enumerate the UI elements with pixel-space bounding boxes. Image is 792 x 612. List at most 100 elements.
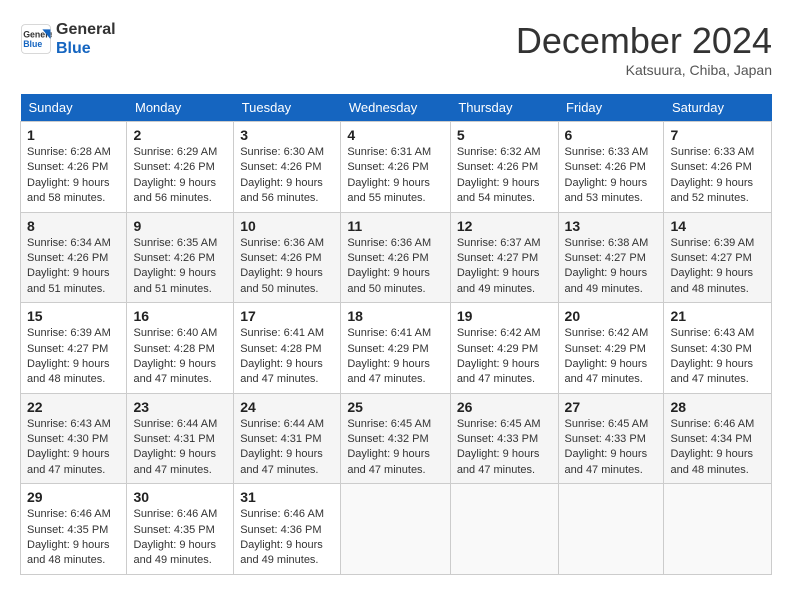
day-number: 20: [565, 308, 658, 324]
dow-header-tuesday: Tuesday: [234, 94, 341, 122]
calendar-cell: 20 Sunrise: 6:42 AM Sunset: 4:29 PM Dayl…: [558, 303, 664, 394]
day-info: Sunrise: 6:33 AM Sunset: 4:26 PM Dayligh…: [565, 145, 658, 207]
calendar-cell: 28 Sunrise: 6:46 AM Sunset: 4:34 PM Dayl…: [664, 393, 772, 484]
day-number: 18: [347, 308, 443, 324]
day-info: Sunrise: 6:38 AM Sunset: 4:27 PM Dayligh…: [565, 236, 658, 298]
calendar-cell: 14 Sunrise: 6:39 AM Sunset: 4:27 PM Dayl…: [664, 212, 772, 303]
day-number: 25: [347, 399, 443, 415]
day-info: Sunrise: 6:46 AM Sunset: 4:36 PM Dayligh…: [240, 507, 334, 569]
title-block: December 2024 Katsuura, Chiba, Japan: [516, 20, 772, 78]
day-number: 6: [565, 127, 658, 143]
day-info: Sunrise: 6:31 AM Sunset: 4:26 PM Dayligh…: [347, 145, 443, 207]
svg-text:Blue: Blue: [23, 39, 42, 49]
dow-header-wednesday: Wednesday: [341, 94, 450, 122]
page-header: General Blue General Blue December 2024 …: [20, 20, 772, 78]
day-info: Sunrise: 6:41 AM Sunset: 4:28 PM Dayligh…: [240, 326, 334, 388]
dow-header-monday: Monday: [127, 94, 234, 122]
day-number: 17: [240, 308, 334, 324]
calendar-cell: 27 Sunrise: 6:45 AM Sunset: 4:33 PM Dayl…: [558, 393, 664, 484]
day-info: Sunrise: 6:30 AM Sunset: 4:26 PM Dayligh…: [240, 145, 334, 207]
calendar-cell: 25 Sunrise: 6:45 AM Sunset: 4:32 PM Dayl…: [341, 393, 450, 484]
calendar-table: SundayMondayTuesdayWednesdayThursdayFrid…: [20, 94, 772, 575]
day-number: 30: [133, 489, 227, 505]
day-info: Sunrise: 6:40 AM Sunset: 4:28 PM Dayligh…: [133, 326, 227, 388]
day-info: Sunrise: 6:45 AM Sunset: 4:33 PM Dayligh…: [457, 417, 552, 479]
logo-general: General: [56, 20, 116, 39]
day-info: Sunrise: 6:44 AM Sunset: 4:31 PM Dayligh…: [133, 417, 227, 479]
day-info: Sunrise: 6:46 AM Sunset: 4:35 PM Dayligh…: [133, 507, 227, 569]
calendar-cell: 15 Sunrise: 6:39 AM Sunset: 4:27 PM Dayl…: [21, 303, 127, 394]
day-info: Sunrise: 6:44 AM Sunset: 4:31 PM Dayligh…: [240, 417, 334, 479]
month-title: December 2024: [516, 20, 772, 62]
calendar-week-1: 1 Sunrise: 6:28 AM Sunset: 4:26 PM Dayli…: [21, 122, 772, 213]
calendar-cell: 10 Sunrise: 6:36 AM Sunset: 4:26 PM Dayl…: [234, 212, 341, 303]
day-info: Sunrise: 6:33 AM Sunset: 4:26 PM Dayligh…: [670, 145, 765, 207]
calendar-week-3: 15 Sunrise: 6:39 AM Sunset: 4:27 PM Dayl…: [21, 303, 772, 394]
day-info: Sunrise: 6:41 AM Sunset: 4:29 PM Dayligh…: [347, 326, 443, 388]
day-number: 29: [27, 489, 120, 505]
day-number: 16: [133, 308, 227, 324]
day-info: Sunrise: 6:32 AM Sunset: 4:26 PM Dayligh…: [457, 145, 552, 207]
day-number: 19: [457, 308, 552, 324]
calendar-cell: 12 Sunrise: 6:37 AM Sunset: 4:27 PM Dayl…: [450, 212, 558, 303]
day-info: Sunrise: 6:29 AM Sunset: 4:26 PM Dayligh…: [133, 145, 227, 207]
day-info: Sunrise: 6:37 AM Sunset: 4:27 PM Dayligh…: [457, 236, 552, 298]
day-info: Sunrise: 6:45 AM Sunset: 4:33 PM Dayligh…: [565, 417, 658, 479]
day-info: Sunrise: 6:46 AM Sunset: 4:34 PM Dayligh…: [670, 417, 765, 479]
day-info: Sunrise: 6:39 AM Sunset: 4:27 PM Dayligh…: [27, 326, 120, 388]
calendar-week-5: 29 Sunrise: 6:46 AM Sunset: 4:35 PM Dayl…: [21, 484, 772, 575]
day-number: 9: [133, 218, 227, 234]
calendar-cell: 2 Sunrise: 6:29 AM Sunset: 4:26 PM Dayli…: [127, 122, 234, 213]
day-info: Sunrise: 6:43 AM Sunset: 4:30 PM Dayligh…: [670, 326, 765, 388]
day-number: 26: [457, 399, 552, 415]
dow-header-friday: Friday: [558, 94, 664, 122]
calendar-cell: 26 Sunrise: 6:45 AM Sunset: 4:33 PM Dayl…: [450, 393, 558, 484]
day-number: 21: [670, 308, 765, 324]
calendar-cell: 24 Sunrise: 6:44 AM Sunset: 4:31 PM Dayl…: [234, 393, 341, 484]
day-info: Sunrise: 6:34 AM Sunset: 4:26 PM Dayligh…: [27, 236, 120, 298]
day-number: 12: [457, 218, 552, 234]
day-info: Sunrise: 6:45 AM Sunset: 4:32 PM Dayligh…: [347, 417, 443, 479]
calendar-cell: 18 Sunrise: 6:41 AM Sunset: 4:29 PM Dayl…: [341, 303, 450, 394]
calendar-cell: 29 Sunrise: 6:46 AM Sunset: 4:35 PM Dayl…: [21, 484, 127, 575]
calendar-cell: 21 Sunrise: 6:43 AM Sunset: 4:30 PM Dayl…: [664, 303, 772, 394]
day-number: 27: [565, 399, 658, 415]
day-number: 3: [240, 127, 334, 143]
calendar-cell: 22 Sunrise: 6:43 AM Sunset: 4:30 PM Dayl…: [21, 393, 127, 484]
calendar-week-4: 22 Sunrise: 6:43 AM Sunset: 4:30 PM Dayl…: [21, 393, 772, 484]
calendar-cell: 31 Sunrise: 6:46 AM Sunset: 4:36 PM Dayl…: [234, 484, 341, 575]
dow-header-thursday: Thursday: [450, 94, 558, 122]
day-number: 13: [565, 218, 658, 234]
calendar-cell: [341, 484, 450, 575]
day-number: 14: [670, 218, 765, 234]
calendar-cell: 1 Sunrise: 6:28 AM Sunset: 4:26 PM Dayli…: [21, 122, 127, 213]
day-info: Sunrise: 6:36 AM Sunset: 4:26 PM Dayligh…: [240, 236, 334, 298]
day-info: Sunrise: 6:28 AM Sunset: 4:26 PM Dayligh…: [27, 145, 120, 207]
calendar-cell: 23 Sunrise: 6:44 AM Sunset: 4:31 PM Dayl…: [127, 393, 234, 484]
calendar-cell: 6 Sunrise: 6:33 AM Sunset: 4:26 PM Dayli…: [558, 122, 664, 213]
day-number: 2: [133, 127, 227, 143]
dow-header-saturday: Saturday: [664, 94, 772, 122]
calendar-cell: 4 Sunrise: 6:31 AM Sunset: 4:26 PM Dayli…: [341, 122, 450, 213]
calendar-cell: 11 Sunrise: 6:36 AM Sunset: 4:26 PM Dayl…: [341, 212, 450, 303]
logo-blue: Blue: [56, 39, 116, 58]
day-info: Sunrise: 6:42 AM Sunset: 4:29 PM Dayligh…: [565, 326, 658, 388]
day-number: 23: [133, 399, 227, 415]
calendar-cell: 8 Sunrise: 6:34 AM Sunset: 4:26 PM Dayli…: [21, 212, 127, 303]
day-number: 22: [27, 399, 120, 415]
logo-icon: General Blue: [20, 23, 52, 55]
day-number: 10: [240, 218, 334, 234]
calendar-cell: [450, 484, 558, 575]
calendar-week-2: 8 Sunrise: 6:34 AM Sunset: 4:26 PM Dayli…: [21, 212, 772, 303]
calendar-cell: 5 Sunrise: 6:32 AM Sunset: 4:26 PM Dayli…: [450, 122, 558, 213]
calendar-cell: 3 Sunrise: 6:30 AM Sunset: 4:26 PM Dayli…: [234, 122, 341, 213]
day-info: Sunrise: 6:35 AM Sunset: 4:26 PM Dayligh…: [133, 236, 227, 298]
calendar-cell: 13 Sunrise: 6:38 AM Sunset: 4:27 PM Dayl…: [558, 212, 664, 303]
calendar-cell: [664, 484, 772, 575]
day-number: 11: [347, 218, 443, 234]
day-number: 8: [27, 218, 120, 234]
day-number: 15: [27, 308, 120, 324]
dow-header-sunday: Sunday: [21, 94, 127, 122]
calendar-cell: 19 Sunrise: 6:42 AM Sunset: 4:29 PM Dayl…: [450, 303, 558, 394]
day-number: 28: [670, 399, 765, 415]
